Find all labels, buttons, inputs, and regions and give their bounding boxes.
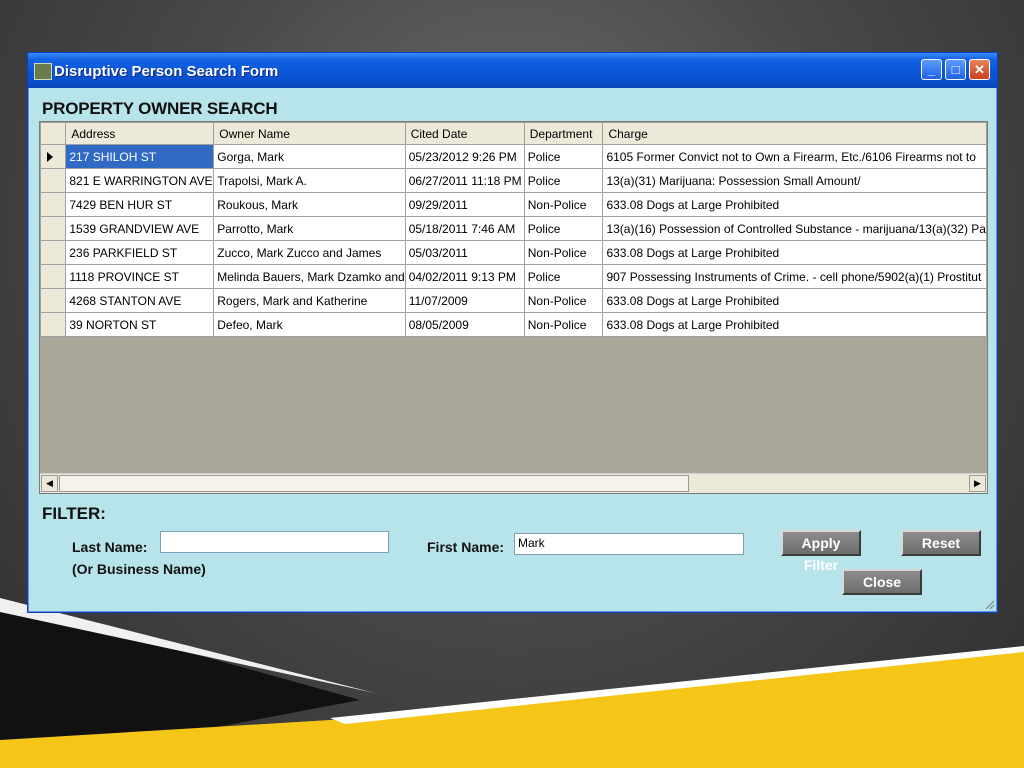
title-bar[interactable]: Disruptive Person Search Form _ □ ✕ xyxy=(28,53,997,88)
first-name-label: First Name: xyxy=(427,539,505,555)
cell-cited-date[interactable]: 05/23/2012 9:26 PM xyxy=(404,144,525,169)
cell-owner-name[interactable]: Defeo, Mark xyxy=(213,312,406,337)
close-icon[interactable]: ✕ xyxy=(969,59,990,80)
last-name-input[interactable] xyxy=(160,531,389,553)
cell-charge[interactable]: 6105 Former Convict not to Own a Firearm… xyxy=(602,144,987,169)
cell-address[interactable]: 217 SHILOH ST xyxy=(65,144,215,169)
cell-address[interactable]: 39 NORTON ST xyxy=(65,312,215,337)
table-row[interactable]: 1539 GRANDVIEW AVE Parrotto, Mark 05/18/20… xyxy=(40,216,987,241)
table-row[interactable]: 821 E WARRINGTON AVE Trapolsi, Mark A. 06/… xyxy=(40,168,987,193)
results-table: Address Owner Name Cited Date Department… xyxy=(40,122,987,337)
scroll-right-icon[interactable]: ▶ xyxy=(969,475,986,492)
cell-department[interactable]: Police xyxy=(523,264,604,289)
cell-owner-name[interactable]: Parrotto, Mark xyxy=(213,216,406,241)
results-grid[interactable]: Address Owner Name Cited Date Department… xyxy=(39,121,988,494)
cell-charge[interactable]: 633.08 Dogs at Large Prohibited xyxy=(602,288,987,313)
cell-address[interactable]: 4268 STANTON AVE xyxy=(65,288,215,313)
cell-owner-name[interactable]: Zucco, Mark Zucco and James xyxy=(213,240,406,265)
cell-charge[interactable]: 13(a)(31) Marijuana: Possession Small Am… xyxy=(602,168,987,193)
cell-address[interactable]: 821 E WARRINGTON AVE xyxy=(65,168,215,193)
row-selector[interactable] xyxy=(40,312,67,337)
cell-cited-date[interactable]: 08/05/2009 xyxy=(404,312,525,337)
column-header-cited-date[interactable]: Cited Date xyxy=(404,122,525,145)
column-header-address[interactable]: Address xyxy=(65,122,215,145)
horizontal-scrollbar[interactable]: ◀ ▶ xyxy=(40,473,987,493)
cell-cited-date[interactable]: 04/02/2011 9:13 PM xyxy=(404,264,525,289)
cell-department[interactable]: Police xyxy=(523,144,604,169)
first-name-input[interactable]: Mark xyxy=(514,533,744,555)
close-button[interactable]: Close xyxy=(842,569,922,595)
table-row[interactable]: 1118 PROVINCE ST Melinda Bauers, Mark Dza… xyxy=(40,264,987,289)
cell-charge[interactable]: 633.08 Dogs at Large Prohibited xyxy=(602,192,987,217)
cell-cited-date[interactable]: 05/18/2011 7:46 AM xyxy=(404,216,525,241)
section-title: PROPERTY OWNER SEARCH xyxy=(42,99,278,118)
cell-cited-date[interactable]: 06/27/2011 11:18 PM xyxy=(404,168,525,193)
cell-address[interactable]: 236 PARKFIELD ST xyxy=(65,240,215,265)
table-row[interactable]: 236 PARKFIELD ST Zucco, Mark Zucco and Ja… xyxy=(40,240,987,265)
table-row[interactable]: 4268 STANTON AVE Rogers, Mark and Katheri… xyxy=(40,288,987,313)
cell-owner-name[interactable]: Trapolsi, Mark A. xyxy=(213,168,406,193)
table-row[interactable]: 217 SHILOH ST Gorga, Mark 05/23/2012 9:26 … xyxy=(40,144,987,169)
cell-address[interactable]: 1118 PROVINCE ST xyxy=(65,264,215,289)
maximize-icon[interactable]: □ xyxy=(945,59,966,80)
row-selector[interactable] xyxy=(40,264,67,289)
apply-filter-button[interactable]: Apply Filter xyxy=(781,530,861,573)
row-selector[interactable] xyxy=(40,216,67,241)
app-icon xyxy=(34,63,52,80)
cell-owner-name[interactable]: Gorga, Mark xyxy=(213,144,406,169)
table-row[interactable]: 39 NORTON ST Defeo, Mark 08/05/2009 Non-Pol… xyxy=(40,312,987,337)
row-selector[interactable] xyxy=(40,168,67,193)
cell-department[interactable]: Non-Police xyxy=(523,240,604,265)
row-selector-arrow-icon xyxy=(47,151,53,162)
cell-owner-name[interactable]: Rogers, Mark and Katherine xyxy=(213,288,406,313)
cell-address[interactable]: 1539 GRANDVIEW AVE xyxy=(65,216,215,241)
window-title: Disruptive Person Search Form xyxy=(54,63,279,80)
cell-cited-date[interactable]: 09/29/2011 xyxy=(404,192,525,217)
column-header-department[interactable]: Department xyxy=(523,122,604,145)
cell-department[interactable]: Non-Police xyxy=(523,192,604,217)
cell-department[interactable]: Police xyxy=(523,216,604,241)
row-selector[interactable] xyxy=(40,144,67,169)
column-header-owner-name[interactable]: Owner Name xyxy=(213,122,406,145)
filter-title: FILTER: xyxy=(42,504,106,523)
cell-owner-name[interactable]: Melinda Bauers, Mark Dzamko and xyxy=(213,264,406,289)
row-selector[interactable] xyxy=(40,192,67,217)
business-name-label: (Or Business Name) xyxy=(72,561,206,577)
scroll-left-icon[interactable]: ◀ xyxy=(41,475,58,492)
scrollbar-thumb[interactable] xyxy=(59,475,689,492)
cell-cited-date[interactable]: 11/07/2009 xyxy=(404,288,525,313)
minimize-icon[interactable]: _ xyxy=(921,59,942,80)
cell-department[interactable]: Non-Police xyxy=(523,288,604,313)
cell-charge[interactable]: 633.08 Dogs at Large Prohibited xyxy=(602,312,987,337)
cell-cited-date[interactable]: 05/03/2011 xyxy=(404,240,525,265)
cell-address[interactable]: 7429 BEN HUR ST xyxy=(65,192,215,217)
cell-owner-name[interactable]: Roukous, Mark xyxy=(213,192,406,217)
column-header-charge[interactable]: Charge xyxy=(602,122,987,145)
resize-grip-icon[interactable] xyxy=(983,598,995,610)
reset-button[interactable]: Reset xyxy=(901,530,981,556)
cell-charge[interactable]: 907 Possessing Instruments of Crime. - c… xyxy=(602,264,987,289)
row-header-corner xyxy=(40,122,67,145)
last-name-label: Last Name: xyxy=(72,539,148,555)
cell-charge[interactable]: 13(a)(16) Possession of Controlled Subst… xyxy=(602,216,987,241)
table-row[interactable]: 7429 BEN HUR ST Roukous, Mark 09/29/2011 No… xyxy=(40,192,987,217)
row-selector[interactable] xyxy=(40,288,67,313)
row-selector[interactable] xyxy=(40,240,67,265)
cell-department[interactable]: Non-Police xyxy=(523,312,604,337)
search-form-window: Disruptive Person Search Form _ □ ✕ PROP… xyxy=(27,52,998,613)
cell-department[interactable]: Police xyxy=(523,168,604,193)
cell-charge[interactable]: 633.08 Dogs at Large Prohibited xyxy=(602,240,987,265)
